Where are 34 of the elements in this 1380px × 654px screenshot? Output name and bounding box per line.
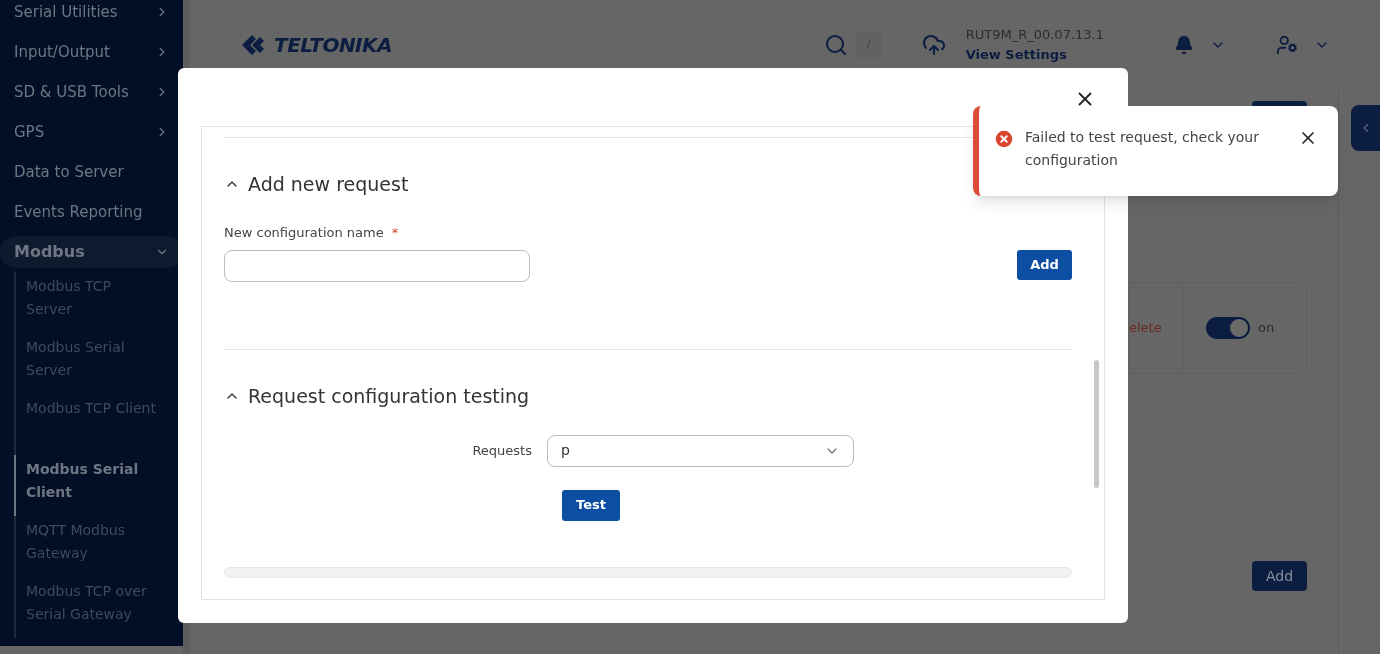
add-button[interactable]: Add: [1017, 250, 1072, 280]
toggle-switch[interactable]: [1206, 317, 1250, 339]
sidebar-item[interactable]: Serial Utilities: [0, 0, 183, 32]
scrollbar-thumb[interactable]: [1094, 360, 1099, 488]
sidebar-subitem[interactable]: Modbus TCP Server: [14, 272, 164, 333]
configuration-name-field[interactable]: [224, 250, 530, 282]
cloud-upload-icon[interactable]: [921, 33, 946, 57]
brand-logo: TELTONIKA: [274, 32, 393, 59]
add-button[interactable]: Add: [1252, 561, 1307, 591]
section-title: Add new request: [248, 172, 409, 197]
sidebar-item[interactable]: SD & USB Tools: [0, 72, 183, 112]
sidebar-subitem[interactable]: Modbus Serial Server: [14, 333, 164, 394]
user-settings-icon[interactable]: [1276, 34, 1298, 56]
sidebar-subitem[interactable]: MQTT Modbus Gateway: [14, 516, 164, 577]
view-settings-link[interactable]: View Settings: [965, 45, 1104, 65]
sidebar-subitem[interactable]: Modbus TCP Client: [14, 394, 164, 455]
test-button[interactable]: Test: [562, 489, 620, 521]
sidebar-item[interactable]: Input/Output: [0, 32, 183, 72]
field-label: New configuration name: [224, 223, 384, 242]
requests-select[interactable]: p: [547, 434, 854, 467]
error-icon: [993, 128, 1015, 150]
sidebar-subitem[interactable]: Modbus Serial Client: [14, 455, 164, 516]
search-icon[interactable]: [823, 33, 848, 57]
firmware-version: RUT9M_R_00.07.13.1: [965, 26, 1104, 44]
toast-message: Failed to test request, check your configuration: [1025, 128, 1260, 170]
required-mark: *: [391, 223, 399, 242]
sidebar-item[interactable]: GPS: [0, 112, 183, 152]
requests-label: Requests: [471, 441, 533, 460]
collapse-tab[interactable]: [1351, 105, 1380, 151]
search-shortcut: /: [855, 32, 882, 58]
sidebar-subitem[interactable]: Modbus TCP over Serial Gateway: [14, 577, 164, 638]
toggle-label: on: [1258, 319, 1275, 338]
section-title: Request configuration testing: [248, 384, 530, 409]
bell-icon[interactable]: [1174, 35, 1194, 55]
